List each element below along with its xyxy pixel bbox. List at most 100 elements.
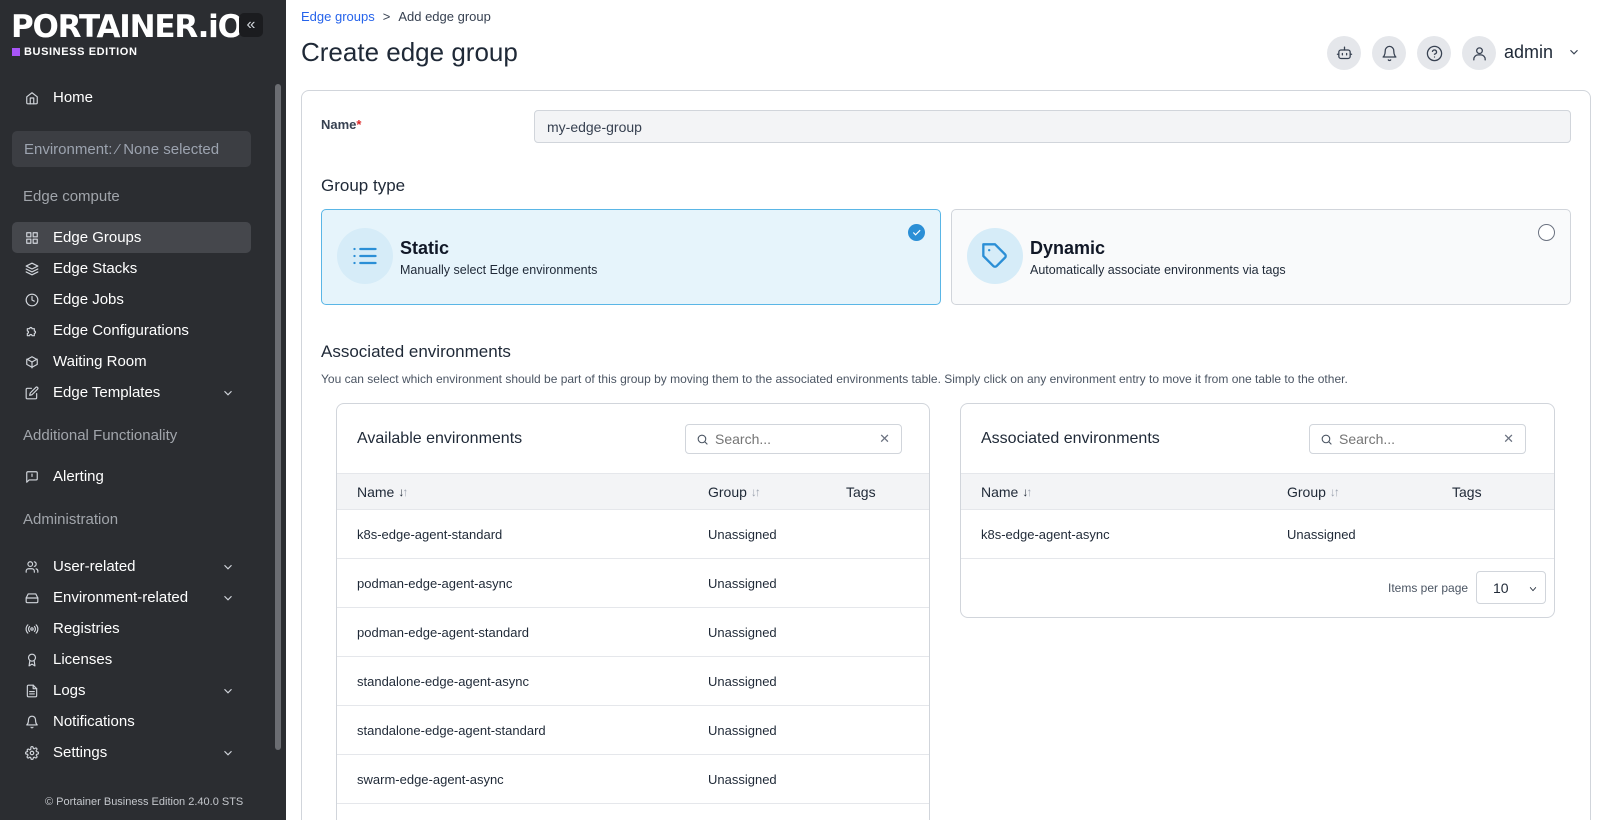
layers-icon: [24, 261, 40, 277]
sidebar-item-notifications[interactable]: Notifications: [12, 706, 251, 737]
column-tags-header: Tags: [846, 484, 876, 500]
table-row[interactable]: standalone-edge-agent-standard Unassigne…: [337, 706, 929, 755]
sidebar-item-label: Home: [53, 89, 94, 106]
user-avatar-button[interactable]: [1462, 36, 1496, 70]
sidebar-item-environment-related[interactable]: Environment-related: [12, 582, 251, 613]
sidebar-item-label: Logs: [53, 682, 86, 699]
sidebar: PORTAINER.iO BUSINESS EDITION « Home Env…: [0, 0, 286, 820]
section-additional-functionality: Additional Functionality: [23, 427, 178, 444]
required-mark: *: [356, 117, 362, 132]
dynamic-description: Automatically associate environments via…: [1030, 263, 1286, 277]
sidebar-item-waiting-room[interactable]: Waiting Room: [12, 346, 251, 377]
ai-assistant-button[interactable]: [1327, 36, 1361, 70]
sidebar-item-licenses[interactable]: Licenses: [12, 644, 251, 675]
items-per-page-value: 10: [1493, 579, 1509, 596]
column-group-header[interactable]: Group ↓↑: [708, 484, 761, 500]
environment-selector[interactable]: Environment: ⁄ None selected: [12, 131, 251, 167]
puzzle-icon: [24, 323, 40, 339]
sidebar-item-edge-jobs[interactable]: Edge Jobs: [12, 284, 251, 315]
bell-icon: [1381, 45, 1397, 61]
chevron-down-icon: [221, 684, 235, 698]
env-name-cell: podman-edge-agent-async: [357, 576, 513, 591]
associated-environments-heading: Associated environments: [321, 342, 511, 361]
column-tags-header: Tags: [1452, 484, 1482, 500]
column-name-label: Name: [357, 484, 395, 500]
static-description: Manually select Edge environments: [400, 263, 598, 277]
user-menu-name[interactable]: admin: [1504, 42, 1553, 63]
env-group-cell: Unassigned: [708, 625, 777, 640]
sidebar-item-logs[interactable]: Logs: [12, 675, 251, 706]
column-name-header[interactable]: Name ↓↑: [357, 484, 408, 500]
dynamic-radio[interactable]: [1538, 224, 1555, 241]
env-name-cell: podman-edge-agent-standard: [357, 625, 530, 640]
home-icon: [24, 90, 40, 106]
sidebar-item-user-related[interactable]: User-related: [12, 551, 251, 582]
name-label-text: Name: [321, 117, 357, 132]
table-row[interactable]: k8s-edge-agent-async Unassigned: [961, 510, 1554, 559]
table-row[interactable]: standalone-edge-agent-async Unassigned: [337, 657, 929, 706]
available-search-input[interactable]: [715, 431, 865, 447]
sidebar-item-label: Notifications: [53, 713, 135, 730]
sidebar-item-label: Environment-related: [53, 589, 189, 606]
sort-desc-icon: ↓↑: [398, 485, 408, 499]
table-row[interactable]: podman-edge-agent-async Unassigned: [337, 559, 929, 608]
table-row[interactable]: podman-edge-agent-standard Unassigned: [337, 608, 929, 657]
env-group-cell: Unassigned: [708, 723, 777, 738]
clear-search-icon[interactable]: ✕: [879, 431, 890, 447]
sidebar-item-settings[interactable]: Settings: [12, 737, 251, 768]
sidebar-item-home[interactable]: Home: [12, 82, 251, 113]
env-group-cell: Unassigned: [1287, 527, 1356, 542]
collapse-sidebar-button[interactable]: «: [239, 13, 263, 37]
edition-text: BUSINESS EDITION: [24, 46, 138, 58]
available-environments-table: Available environments ✕ Name↓↑ Group↓↑ …: [336, 403, 930, 820]
grid-icon: [24, 230, 40, 246]
sidebar-item-registries[interactable]: Registries: [12, 613, 251, 644]
chevron-down-icon: [221, 560, 235, 574]
sort-icon: ↓↑: [750, 485, 761, 499]
name-input[interactable]: [534, 110, 1571, 143]
list-icon: [337, 228, 393, 284]
static-radio[interactable]: [908, 224, 925, 241]
associated-environments-help: You can select which environment should …: [321, 372, 1348, 386]
sidebar-scrollbar[interactable]: [275, 84, 281, 750]
sidebar-item-label: Licenses: [53, 651, 113, 668]
sidebar-item-label: Edge Jobs: [53, 291, 124, 308]
column-name-header[interactable]: Name ↓↑: [981, 484, 1032, 500]
sidebar-item-alerting[interactable]: Alerting: [12, 461, 251, 492]
award-icon: [24, 652, 40, 668]
group-type-static-option[interactable]: Static Manually select Edge environments: [321, 209, 941, 305]
edition-label: BUSINESS EDITION: [12, 46, 138, 58]
sidebar-item-edge-stacks[interactable]: Edge Stacks: [12, 253, 251, 284]
sidebar-item-label: User-related: [53, 558, 136, 575]
associated-search-input[interactable]: [1339, 431, 1489, 447]
items-per-page-select[interactable]: 10: [1476, 571, 1546, 604]
available-table-header: Name ↓↑ Group ↓↑ Tags: [337, 473, 929, 510]
sidebar-item-label: Settings: [53, 744, 108, 761]
table-row[interactable]: swarm-edge-agent-async Unassigned: [337, 755, 929, 804]
notifications-button[interactable]: [1372, 36, 1406, 70]
users-icon: [24, 559, 40, 575]
sidebar-item-edge-templates[interactable]: Edge Templates: [12, 377, 251, 408]
group-type-dynamic-option[interactable]: Dynamic Automatically associate environm…: [951, 209, 1571, 305]
column-group-header[interactable]: Group ↓↑: [1287, 484, 1340, 500]
bot-icon: [1336, 45, 1352, 59]
table-row[interactable]: k8s-edge-agent-standard Unassigned: [337, 510, 929, 559]
breadcrumb-edge-groups-link[interactable]: Edge groups: [301, 9, 375, 24]
chevron-down-icon[interactable]: [1567, 45, 1581, 59]
env-name-cell: standalone-edge-agent-async: [357, 674, 530, 689]
help-button[interactable]: [1417, 36, 1451, 70]
tag-icon: [967, 228, 1023, 284]
help-circle-icon: [1426, 45, 1442, 61]
env-name-cell: k8s-edge-agent-async: [981, 527, 1110, 542]
clear-search-icon[interactable]: ✕: [1503, 431, 1514, 447]
sidebar-item-label: Registries: [53, 620, 120, 637]
items-per-page-label: Items per page: [1388, 581, 1469, 595]
sidebar-item-edge-groups[interactable]: Edge Groups: [12, 222, 251, 253]
gear-icon: [24, 745, 40, 761]
edit-icon: [24, 385, 40, 401]
available-table-title: Available environments: [357, 430, 523, 447]
env-name-cell: swarm-edge-agent-async: [357, 772, 504, 787]
sidebar-item-edge-configurations[interactable]: Edge Configurations: [12, 315, 251, 346]
section-administration: Administration: [23, 511, 119, 528]
column-tags-label: Tags: [1452, 484, 1482, 500]
